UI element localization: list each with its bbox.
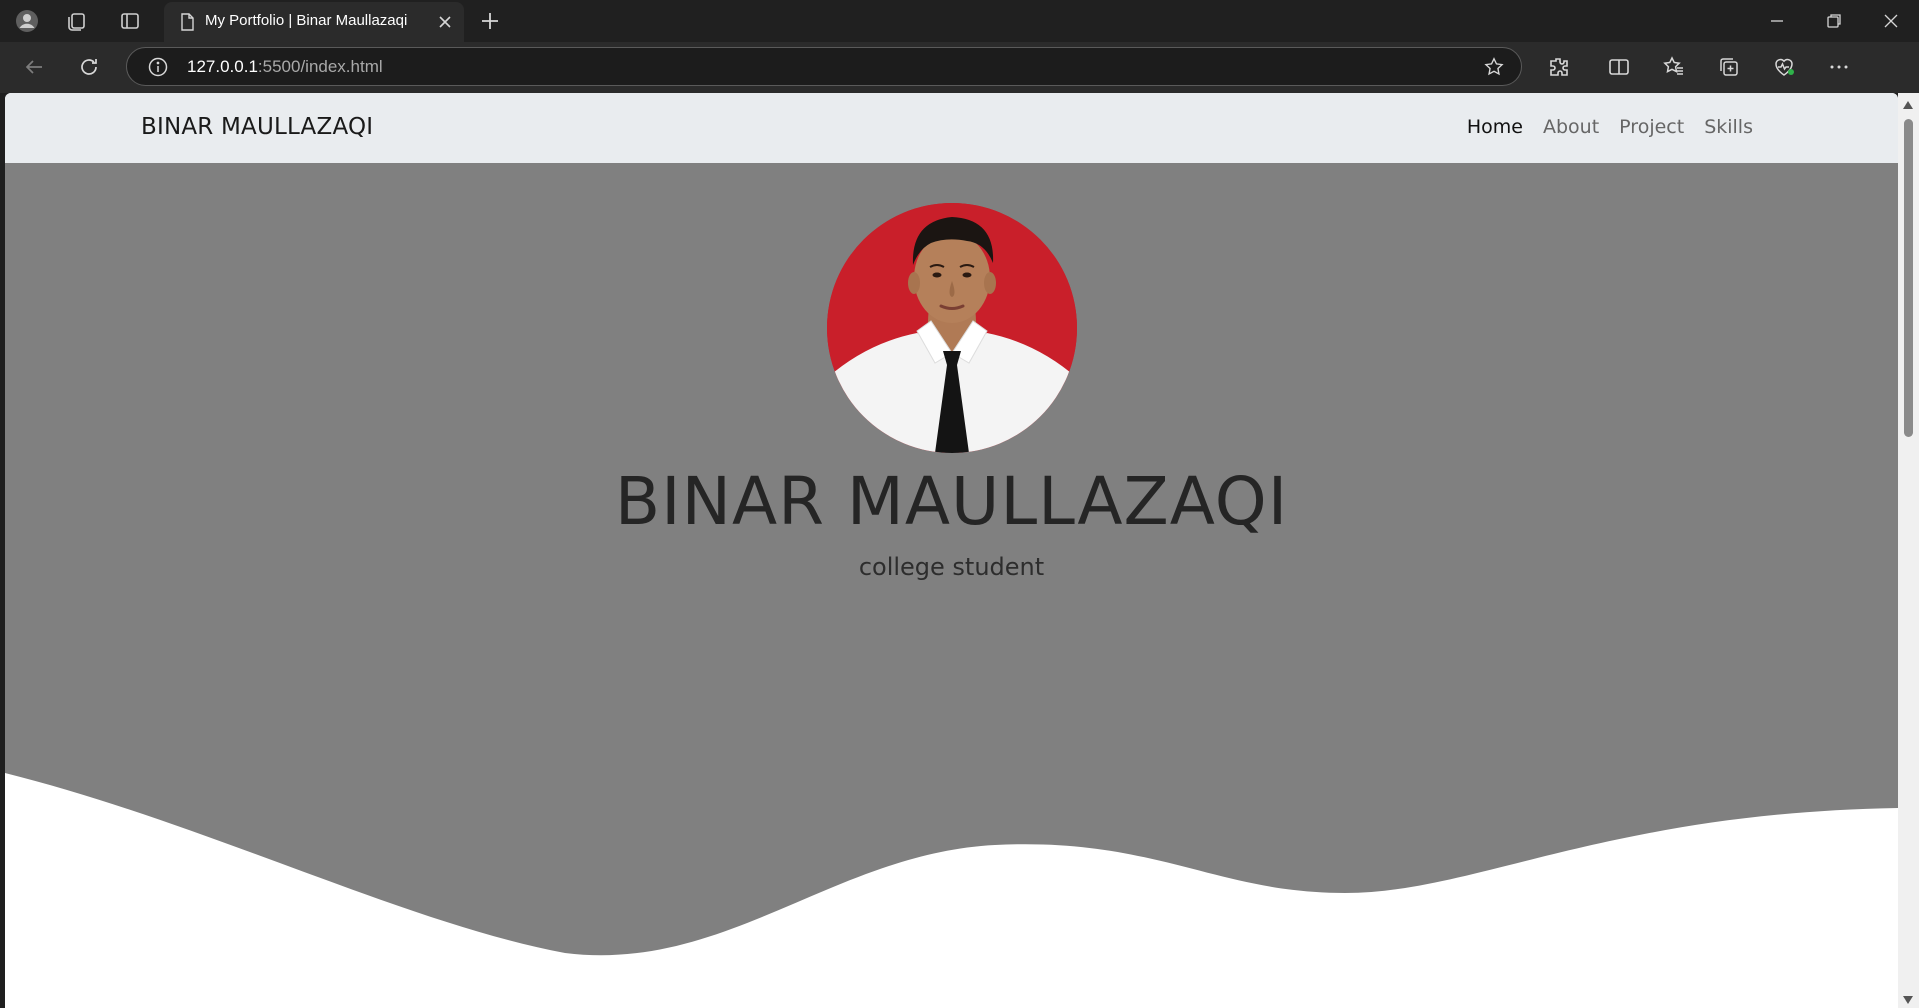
tab-strip: My Portfolio | Binar Maullazaqi xyxy=(0,0,1919,42)
more-icon[interactable] xyxy=(1827,55,1851,79)
profile-avatar-icon[interactable] xyxy=(15,9,39,33)
url-text[interactable]: 127.0.0.1:5500/index.html xyxy=(187,57,383,77)
collections-icon[interactable] xyxy=(1717,55,1741,79)
close-tab-icon[interactable] xyxy=(436,13,454,31)
restore-icon[interactable] xyxy=(1822,9,1846,33)
vertical-tabs-icon[interactable] xyxy=(118,9,142,33)
hero-wave-divider xyxy=(5,773,1898,1008)
minimize-icon[interactable] xyxy=(1765,9,1789,33)
info-icon[interactable] xyxy=(147,56,169,78)
split-screen-icon[interactable] xyxy=(1607,55,1631,79)
scroll-down-icon[interactable] xyxy=(1903,996,1913,1004)
address-bar[interactable]: 127.0.0.1:5500/index.html xyxy=(126,47,1522,86)
scrollbar-thumb[interactable] xyxy=(1904,119,1913,437)
new-tab-icon[interactable] xyxy=(478,9,502,33)
close-window-icon[interactable] xyxy=(1879,9,1903,33)
tab-active[interactable]: My Portfolio | Binar Maullazaqi xyxy=(164,2,464,42)
star-icon[interactable] xyxy=(1483,56,1505,78)
url-path: :5500/index.html xyxy=(257,57,383,76)
refresh-icon[interactable] xyxy=(77,55,101,79)
browser-essentials-icon[interactable] xyxy=(1772,55,1796,79)
page-icon xyxy=(177,12,197,32)
extensions-icon[interactable] xyxy=(1547,55,1571,79)
page-viewport: BINAR MAULLAZAQI Home About Project Skil… xyxy=(5,93,1898,1008)
workspaces-icon[interactable] xyxy=(65,9,89,33)
url-host: 127.0.0.1 xyxy=(187,57,258,76)
page-scrollbar[interactable] xyxy=(1898,93,1919,1008)
back-icon[interactable] xyxy=(22,55,46,79)
tab-title: My Portfolio | Binar Maullazaqi xyxy=(205,12,408,29)
favorites-icon[interactable] xyxy=(1662,55,1686,79)
browser-toolbar: 127.0.0.1:5500/index.html xyxy=(0,42,1919,121)
scroll-up-icon[interactable] xyxy=(1903,101,1913,109)
